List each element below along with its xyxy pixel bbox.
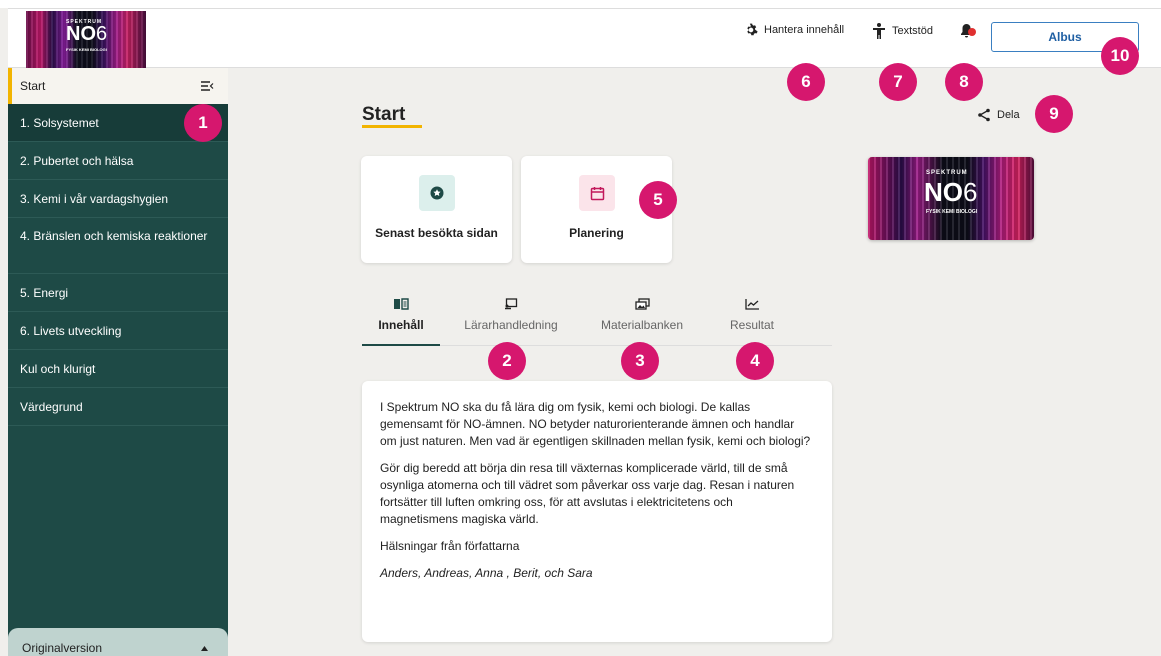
intro-text-card: I Spektrum NO ska du få lära dig om fysi…	[362, 381, 832, 642]
sidebar-item-start[interactable]: Start	[8, 68, 228, 104]
tab-lararhandledning[interactable]: Lärarhandledning	[454, 292, 568, 346]
sidebar-item-livets-utveckling[interactable]: 6. Livets utveckling	[8, 312, 228, 350]
star-badge-icon	[430, 186, 444, 200]
share-label: Dela	[997, 109, 1020, 121]
recent-page-icon-box	[419, 175, 455, 211]
teacher-guide-icon	[505, 298, 518, 310]
book-icon	[394, 298, 409, 310]
sidebar-item-kul-och-klurigt[interactable]: Kul och klurigt	[8, 350, 228, 388]
notification-badge	[968, 28, 976, 36]
tab-materialbanken[interactable]: Materialbanken	[590, 292, 694, 346]
page-title: Start	[362, 104, 406, 125]
image-gallery-icon	[634, 298, 650, 310]
tab-lararhandledning-label: Lärarhandledning	[464, 318, 558, 332]
book-cover-image: SPEKTRUM NO6 FYSIK KEMI BIOLOGI	[868, 157, 1034, 240]
recent-page-card[interactable]: Senast besökta sidan	[361, 156, 512, 263]
share-button[interactable]: Dela	[977, 108, 1020, 122]
tab-innehall[interactable]: Innehåll	[362, 292, 440, 346]
accessibility-icon	[873, 23, 885, 39]
callout-badge-9: 9	[1035, 95, 1073, 133]
sidebar: Start 1. Solsystemet 2. Pubertet och häl…	[8, 68, 228, 656]
top-strip	[0, 0, 1161, 8]
chart-line-icon	[744, 299, 759, 310]
tab-resultat-label: Resultat	[729, 318, 775, 332]
gear-icon	[747, 23, 758, 36]
callout-badge-2: 2	[488, 342, 526, 380]
text-support-label: Textstöd	[892, 25, 933, 37]
chevron-up-icon	[201, 645, 208, 651]
intro-paragraph-2: Gör dig beredd att börja din resa till v…	[380, 461, 795, 526]
planning-label: Planering	[569, 226, 624, 240]
callout-badge-3: 3	[621, 342, 659, 380]
callout-badge-8: 8	[945, 63, 983, 101]
manage-content-button[interactable]: Hantera innehåll	[744, 23, 844, 37]
callout-badge-10: 10	[1101, 37, 1139, 75]
version-selector[interactable]: Originalversion	[8, 628, 228, 656]
content-tabs: Innehåll Lärarhandledning Materialbanken…	[362, 292, 832, 346]
sidebar-item-kemi[interactable]: 3. Kemi i vår vardagshygien	[8, 180, 228, 218]
manage-content-label: Hantera innehåll	[764, 24, 845, 36]
collapse-menu-icon[interactable]	[201, 81, 214, 91]
callout-badge-7: 7	[879, 63, 917, 101]
tab-materialbanken-label: Materialbanken	[600, 318, 684, 332]
tab-resultat[interactable]: Resultat	[714, 292, 790, 346]
callout-badge-6: 6	[787, 63, 825, 101]
callout-badge-1: 1	[184, 104, 222, 142]
cover-brand-text: SPEKTRUM	[926, 170, 968, 176]
greeting-text: Hälsningar från författarna	[380, 539, 520, 553]
calendar-icon	[590, 186, 604, 200]
cover-subtitle: FYSIK KEMI BIOLOGI	[926, 209, 978, 215]
logo-title: NO6	[66, 23, 108, 45]
intro-paragraph-1: I Spektrum NO ska du få lära dig om fysi…	[380, 400, 811, 448]
authors-text: Anders, Andreas, Anna , Berit, och Sara	[380, 566, 593, 580]
sidebar-item-pubertet[interactable]: 2. Pubertet och hälsa	[8, 142, 228, 180]
tab-innehall-label: Innehåll	[378, 318, 424, 332]
share-icon	[978, 108, 990, 122]
logo-subtitle: FYSIK KEMI BIOLOGI	[66, 47, 107, 52]
product-logo[interactable]: SPEKTRUM NO6 FYSIK KEMI BIOLOGI	[26, 11, 146, 69]
header-bar: SPEKTRUM NO6 FYSIK KEMI BIOLOGI	[8, 8, 1161, 69]
sidebar-item-branslen[interactable]: 4. Bränslen och kemiska reaktioner	[8, 218, 228, 274]
callout-badge-4: 4	[736, 342, 774, 380]
text-support-button[interactable]: Textstöd	[872, 23, 933, 39]
sidebar-start-label: Start	[20, 79, 46, 93]
sidebar-item-vardegrund[interactable]: Värdegrund	[8, 388, 228, 426]
cover-title: NO6	[924, 177, 978, 207]
version-label: Originalversion	[22, 641, 103, 655]
sidebar-item-energi[interactable]: 5. Energi	[8, 274, 228, 312]
title-underline	[362, 125, 422, 128]
callout-badge-5: 5	[639, 181, 677, 219]
recent-page-label: Senast besökta sidan	[375, 226, 498, 240]
planning-icon-box	[579, 175, 615, 211]
